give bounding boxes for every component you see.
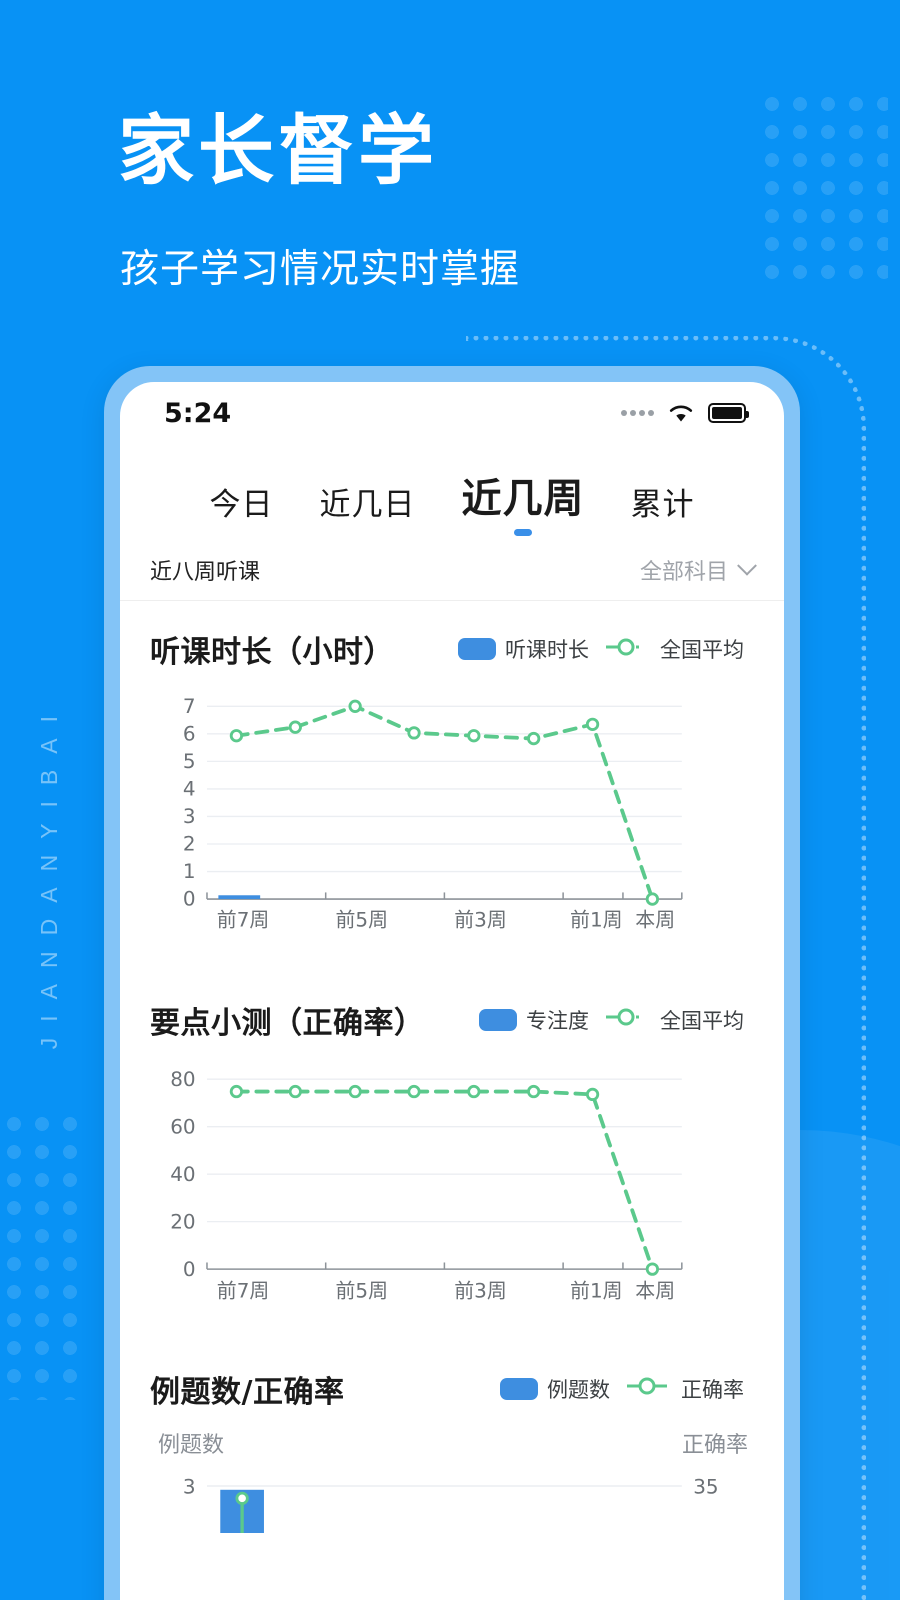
legend-item-line[interactable]: 正确率 xyxy=(626,1374,744,1404)
svg-text:7: 7 xyxy=(183,694,196,718)
chart-plot-examples-accuracy: 3 35 xyxy=(150,1467,754,1534)
svg-text:60: 60 xyxy=(170,1114,195,1138)
svg-text:3: 3 xyxy=(183,804,196,828)
svg-text:40: 40 xyxy=(170,1162,195,1186)
phone-mockup-frame: 5:24 今日 近几日 近几周 累计 近八周听课 全部科目 听课时长（小时） 听… xyxy=(104,366,800,1600)
svg-text:本周: 本周 xyxy=(635,908,675,932)
chart-legend: 专注度 全国平均 xyxy=(479,1005,744,1035)
legend-item-bar[interactable]: 例题数 xyxy=(500,1374,610,1404)
legend-label: 专注度 xyxy=(526,1008,589,1033)
status-bar-icons xyxy=(621,403,749,423)
tab-bar: 今日 近几日 近几周 累计 xyxy=(120,444,784,544)
legend-label: 正确率 xyxy=(681,1377,744,1402)
brand-vertical-text: JIANDANYIBAI xyxy=(36,700,62,1050)
tab-today[interactable]: 今日 xyxy=(210,479,274,538)
subheader-title: 近八周听课 xyxy=(150,560,261,585)
subheader-bar: 近八周听课 全部科目 xyxy=(120,544,784,601)
chart-legend: 例题数 正确率 xyxy=(500,1374,744,1404)
legend-circle-dashed-icon xyxy=(605,637,651,662)
left-axis-top-tick: 3 xyxy=(183,1474,196,1498)
legend-label: 听课时长 xyxy=(505,638,589,662)
svg-text:前3周: 前3周 xyxy=(454,1279,507,1303)
signal-dots-icon xyxy=(621,410,654,416)
svg-text:前7周: 前7周 xyxy=(217,908,270,932)
svg-text:前1周: 前1周 xyxy=(570,1279,623,1303)
bar-series xyxy=(218,895,261,900)
chart-card-examples-accuracy: 例题数/正确率 例题数 正确率 例题数 正确率 3 35 xyxy=(120,1321,784,1543)
battery-full-icon xyxy=(708,403,749,423)
page-title: 家长督学 xyxy=(118,106,438,195)
dot-pattern-top-right xyxy=(758,90,888,280)
legend-item-bar[interactable]: 听课时长 xyxy=(458,634,589,664)
svg-text:5: 5 xyxy=(183,749,196,773)
chart-plot-quiz-accuracy: 80 60 40 20 0 前7周 前5周 前3周 前1周 本周 xyxy=(150,1064,754,1311)
svg-text:1: 1 xyxy=(183,859,196,883)
legend-circle-solid-icon xyxy=(626,1376,672,1401)
chart-svg: 7 6 5 4 3 2 1 0 前7周 前5周 前3周 前1周 本周 xyxy=(183,694,683,932)
legend-circle-dashed-icon xyxy=(605,1007,651,1032)
status-bar-time: 5:24 xyxy=(164,397,232,429)
svg-text:2: 2 xyxy=(183,832,196,856)
chart-plot-listening-hours: 7 6 5 4 3 2 1 0 前7周 前5周 前3周 前1周 本周 xyxy=(150,693,754,940)
left-axis-label: 例题数 xyxy=(158,1432,225,1458)
legend-item-line[interactable]: 全国平均 xyxy=(605,634,744,664)
chevron-down-icon xyxy=(737,555,757,576)
chart-svg: 3 35 xyxy=(183,1474,719,1534)
legend-bar-swatch-icon xyxy=(458,638,496,660)
svg-text:前3周: 前3周 xyxy=(454,908,507,932)
legend-item-line[interactable]: 全国平均 xyxy=(605,1005,744,1035)
right-axis-top-tick: 35 xyxy=(693,1474,718,1498)
chart-svg: 80 60 40 20 0 前7周 前5周 前3周 前1周 本周 xyxy=(170,1067,683,1303)
tab-cumulative[interactable]: 累计 xyxy=(631,479,695,538)
legend-label: 全国平均 xyxy=(660,1008,744,1033)
svg-text:前5周: 前5周 xyxy=(335,908,388,932)
dot-pattern-bottom-left xyxy=(0,1110,80,1400)
legend-label: 例题数 xyxy=(547,1377,610,1402)
subject-filter-dropdown[interactable]: 全部科目 xyxy=(639,554,757,586)
chart-title: 听课时长（小时） xyxy=(150,635,394,670)
page-subtitle: 孩子学习情况实时掌握 xyxy=(120,247,521,292)
svg-text:20: 20 xyxy=(170,1209,195,1233)
svg-text:0: 0 xyxy=(183,887,196,911)
chart-header: 听课时长（小时） 听课时长 全国平均 xyxy=(150,627,754,671)
svg-text:0: 0 xyxy=(183,1257,196,1281)
chart-header: 例题数/正确率 例题数 正确率 xyxy=(150,1367,754,1411)
svg-text:80: 80 xyxy=(170,1067,195,1091)
svg-text:前1周: 前1周 xyxy=(570,908,623,932)
dual-axis-labels: 例题数 正确率 xyxy=(150,1427,754,1459)
legend-bar-swatch-icon xyxy=(479,1008,517,1031)
tab-recent-weeks[interactable]: 近几周 xyxy=(462,466,585,538)
chart-title: 例题数/正确率 xyxy=(150,1374,345,1410)
chart-card-quiz-accuracy: 要点小测（正确率） 专注度 全国平均 80 60 40 20 0 前7周 前5周… xyxy=(120,950,784,1321)
svg-text:前5周: 前5周 xyxy=(335,1279,388,1303)
svg-text:前7周: 前7周 xyxy=(217,1279,270,1303)
chart-header: 要点小测（正确率） 专注度 全国平均 xyxy=(150,998,754,1042)
subject-filter-label: 全部科目 xyxy=(639,560,728,585)
legend-item-bar[interactable]: 专注度 xyxy=(479,1005,589,1035)
legend-bar-swatch-icon xyxy=(500,1377,538,1400)
chart-legend: 听课时长 全国平均 xyxy=(458,634,744,664)
chart-card-listening-hours: 听课时长（小时） 听课时长 全国平均 7 6 5 4 3 2 1 0 前7周 前… xyxy=(120,601,784,950)
svg-text:4: 4 xyxy=(183,777,196,801)
wifi-icon xyxy=(668,404,694,423)
line-series xyxy=(234,1089,655,1271)
chart-title: 要点小测（正确率） xyxy=(150,1005,425,1041)
status-bar: 5:24 xyxy=(120,382,784,444)
tab-recent-days[interactable]: 近几日 xyxy=(320,479,416,538)
legend-label: 全国平均 xyxy=(660,638,744,662)
line-series xyxy=(234,704,655,901)
phone-screen: 5:24 今日 近几日 近几周 累计 近八周听课 全部科目 听课时长（小时） 听… xyxy=(120,382,784,1600)
svg-text:本周: 本周 xyxy=(635,1279,675,1303)
right-axis-label: 正确率 xyxy=(681,1432,748,1458)
svg-text:6: 6 xyxy=(183,721,196,745)
